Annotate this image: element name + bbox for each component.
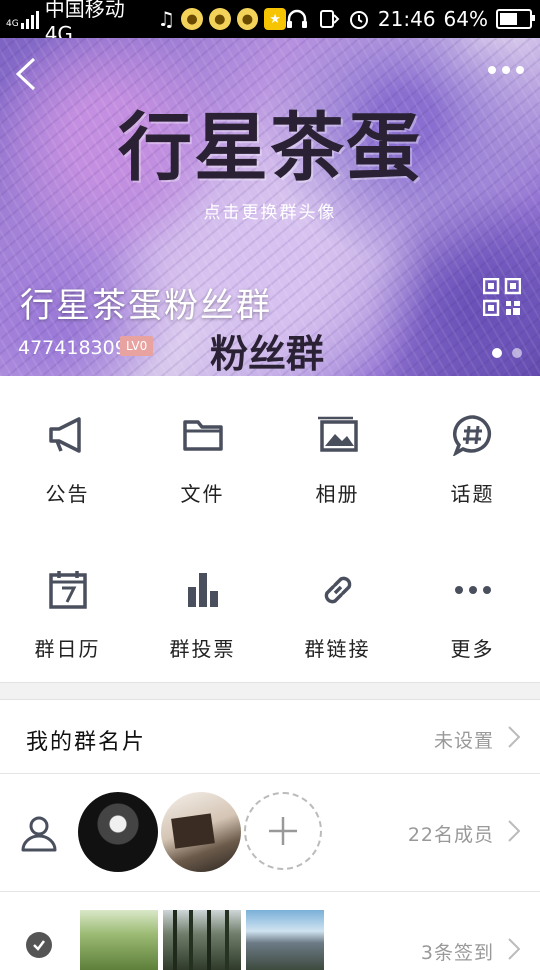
album-button[interactable]: 相册 — [270, 376, 405, 531]
my-group-card-title: 我的群名片 — [26, 730, 147, 755]
dot — [488, 66, 496, 74]
files-label: 文件 — [180, 482, 225, 506]
feature-grid: 公告 文件 相册 话题 群日历 群投票 群链接 更多 — [0, 376, 540, 682]
chevron-right-icon — [508, 820, 520, 842]
group-name: 行星茶蛋粉丝群 — [20, 286, 272, 326]
alarm-icon — [349, 11, 368, 29]
group-header-banner[interactable]: 行星茶蛋 点击更换群头像 行星茶蛋粉丝群 粉丝群 477418309 LV0 — [0, 38, 540, 376]
files-button[interactable]: 文件 — [135, 376, 270, 531]
banner-title: 行星茶蛋 — [118, 105, 422, 191]
add-member-button[interactable] — [244, 792, 322, 870]
member-avatar[interactable] — [78, 792, 158, 872]
folder-icon — [182, 420, 223, 451]
network-type-tag: 4G — [6, 19, 19, 29]
members-icon — [21, 816, 57, 852]
checkin-count: 3条签到 — [420, 942, 494, 964]
my-group-card-row[interactable]: 我的群名片 未设置 — [0, 700, 540, 774]
screen-rotate-icon — [319, 10, 340, 28]
link-icon — [324, 576, 351, 604]
battery-percent: 64% — [443, 7, 488, 31]
qq-notification-icon: ● — [236, 8, 259, 30]
section-divider — [0, 682, 540, 700]
clock: 21:46 — [377, 7, 436, 31]
status-bar: 4G 中国移动4G ♫ ● ● ● ★ 21:46 64% — [0, 0, 540, 46]
dot — [516, 66, 524, 74]
signal-icon: 4G — [6, 9, 39, 29]
member-count: 22名成员 — [407, 824, 494, 846]
group-vote-button[interactable]: 群投票 — [135, 531, 270, 682]
more-features-label: 更多 — [450, 637, 495, 661]
qq-notification-icon: ● — [181, 8, 203, 30]
checkin-icon — [26, 932, 52, 958]
dot — [502, 66, 510, 74]
checkin-row[interactable]: 3条签到 — [0, 892, 540, 970]
qq-notification-icon: ● — [208, 8, 231, 30]
music-icon: ♫ — [157, 7, 176, 31]
change-avatar-hint[interactable]: 点击更换群头像 — [0, 198, 540, 223]
checkin-photo[interactable] — [163, 910, 241, 970]
topics-button[interactable]: 话题 — [405, 376, 540, 531]
headphones-icon — [286, 9, 307, 28]
bar-chart-icon — [187, 573, 218, 607]
group-card-value: 未设置 — [433, 730, 494, 752]
qr-code-icon[interactable] — [483, 278, 521, 316]
group-link-button[interactable]: 群链接 — [270, 531, 405, 682]
album-icon — [317, 416, 358, 452]
banner-pager — [492, 348, 522, 358]
calendar-icon — [48, 571, 87, 609]
plus-icon — [269, 817, 297, 845]
chevron-right-icon — [508, 726, 520, 748]
battery-icon — [496, 9, 535, 29]
announcement-label: 公告 — [45, 482, 90, 506]
group-id: 477418309 — [18, 337, 127, 359]
album-label: 相册 — [315, 482, 360, 506]
checkin-photo[interactable] — [246, 910, 324, 970]
pager-dot — [512, 348, 522, 358]
members-row[interactable]: 22名成员 — [0, 774, 540, 892]
banner-subtitle: 粉丝群 — [210, 331, 325, 376]
group-vote-label: 群投票 — [169, 637, 236, 661]
level-badge: LV0 — [120, 336, 154, 356]
star-app-icon: ★ — [264, 8, 286, 30]
megaphone-icon — [48, 417, 81, 453]
hashtag-chat-icon — [452, 415, 491, 456]
topics-label: 话题 — [450, 482, 495, 506]
group-link-label: 群链接 — [304, 637, 371, 661]
member-avatar[interactable] — [161, 792, 241, 872]
announcement-button[interactable]: 公告 — [0, 376, 135, 531]
more-features-button[interactable]: 更多 — [405, 531, 540, 682]
group-calendar-label: 群日历 — [34, 637, 101, 661]
more-dots-icon — [454, 586, 491, 594]
back-arrow-icon[interactable] — [12, 56, 42, 92]
chevron-right-icon — [508, 938, 520, 960]
more-options-button[interactable] — [488, 66, 524, 74]
checkin-photo[interactable] — [80, 910, 158, 970]
pager-dot-active — [492, 348, 502, 358]
group-calendar-button[interactable]: 群日历 — [0, 531, 135, 682]
